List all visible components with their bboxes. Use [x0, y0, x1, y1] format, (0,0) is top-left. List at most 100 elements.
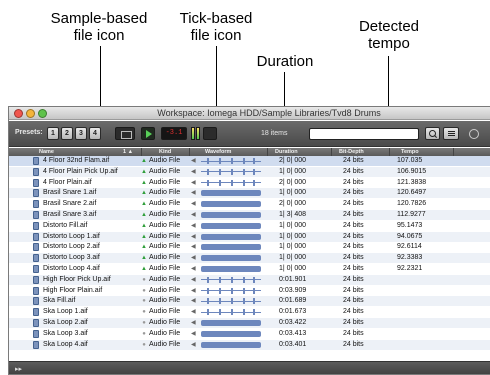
table-row[interactable]: Distorto Loop 2.aif ▲ Audio File ◀ 1| 0| 000… — [9, 242, 490, 252]
waveform[interactable] — [201, 296, 261, 306]
table-row[interactable]: Distorto Loop 3.aif ▲ Audio File ◀ 1| 0| 000… — [9, 253, 490, 264]
waveform[interactable] — [201, 232, 261, 242]
table-row[interactable]: Distorto Loop 1.aif ▲ Audio File ◀ 1| 0| 000… — [9, 231, 490, 242]
speaker-icon[interactable]: ◀ — [191, 275, 199, 285]
preview-volume-display[interactable]: -3.1 — [161, 127, 187, 140]
waveform-transient — [207, 179, 209, 186]
waveform-transient — [253, 158, 255, 164]
speaker-icon[interactable]: ◀ — [191, 242, 199, 252]
table-row[interactable]: High Floor Pick Up.aif ● Audio File ◀ 0:01.9… — [9, 274, 490, 285]
waveform[interactable] — [201, 286, 261, 296]
file-kind-label: Audio File — [149, 157, 181, 164]
column-divider[interactable] — [189, 148, 190, 156]
column-duration-header[interactable]: Duration — [275, 148, 315, 156]
waveform[interactable] — [201, 253, 261, 263]
table-row[interactable]: Brasil Snare 2.aif ▲ Audio File ◀ 2| 0| 000 2… — [9, 199, 490, 209]
column-sort-header[interactable]: 1 ▲ — [123, 148, 143, 156]
waveform[interactable] — [201, 178, 261, 188]
speaker-icon[interactable]: ◀ — [191, 188, 199, 198]
waveform[interactable] — [201, 188, 261, 198]
close-window-button[interactable] — [14, 109, 23, 118]
speaker-icon[interactable]: ◀ — [191, 221, 199, 231]
table-row[interactable]: 4 Floor Plain.aif ▲ Audio File ◀ 2| 0| 000 24… — [9, 178, 490, 188]
waveform[interactable] — [201, 329, 261, 339]
column-divider[interactable] — [331, 148, 332, 156]
column-divider[interactable] — [141, 148, 142, 156]
waveform[interactable] — [201, 210, 261, 220]
waveform[interactable] — [201, 242, 261, 252]
table-row[interactable]: Brasil Snare 1.aif ▲ Audio File ◀ 1| 0| 000 2… — [9, 188, 490, 199]
file-duration: 1| 0| 000 — [279, 221, 306, 229]
waveform[interactable] — [201, 307, 261, 317]
table-row[interactable]: 4 Floor 32nd Flam.aif ▲ Audio File ◀ 2| 0| 0… — [9, 156, 490, 166]
waveform[interactable] — [201, 156, 261, 166]
waveform[interactable] — [201, 340, 261, 350]
table-row[interactable]: High Floor Plain.aif ● Audio File ◀ 0:03.909… — [9, 286, 490, 296]
table-row[interactable]: Ska Loop 3.aif ● Audio File ◀ 0:03.413 24 bit… — [9, 329, 490, 339]
speaker-icon[interactable]: ◀ — [191, 296, 199, 306]
table-row[interactable]: 4 Floor Plain Pick Up.aif ▲ Audio File ◀ 1| … — [9, 166, 490, 177]
speaker-icon[interactable]: ◀ — [191, 232, 199, 242]
table-row[interactable]: Ska Fill.aif ● Audio File ◀ 0:01.689 24 bits — [9, 296, 490, 307]
speaker-icon[interactable]: ◀ — [191, 178, 199, 188]
table-row[interactable]: Distorto Loop 4.aif ▲ Audio File ◀ 1| 0| 000… — [9, 264, 490, 274]
column-bit-depth-header[interactable]: Bit-Depth — [339, 148, 379, 156]
file-bit-depth: 24 bits — [343, 254, 364, 262]
table-row[interactable]: Distorto Fill.aif ▲ Audio File ◀ 1| 0| 000 24… — [9, 221, 490, 231]
file-duration: 1| 0| 000 — [279, 189, 306, 197]
waveform-transient — [207, 287, 209, 294]
search-icon[interactable] — [425, 127, 440, 140]
waveform-transient — [219, 168, 221, 175]
waveform-transient — [207, 309, 209, 316]
search-input[interactable] — [309, 128, 419, 140]
status-arrow-icon[interactable]: ▸▸ — [15, 365, 22, 373]
speaker-icon[interactable]: ◀ — [191, 307, 199, 317]
column-divider[interactable] — [389, 148, 390, 156]
speaker-icon[interactable]: ◀ — [191, 329, 199, 339]
waveform[interactable] — [201, 167, 261, 177]
speaker-icon[interactable]: ◀ — [191, 340, 199, 350]
column-waveform-header[interactable]: Waveform — [205, 148, 245, 156]
zoom-window-button[interactable] — [38, 109, 47, 118]
speaker-icon[interactable]: ◀ — [191, 167, 199, 177]
preset-2-button[interactable]: 2 — [61, 127, 73, 140]
preset-4-button[interactable]: 4 — [89, 127, 101, 140]
list-menu-icon[interactable] — [443, 127, 459, 140]
waveform-shape — [201, 330, 261, 337]
audio-files-conform-icon[interactable] — [203, 127, 217, 140]
speaker-icon[interactable]: ◀ — [191, 286, 199, 296]
file-kind-label: Audio File — [149, 200, 181, 208]
column-tempo-header[interactable]: Tempo — [401, 148, 441, 156]
file-tempo — [397, 329, 447, 339]
table-row[interactable]: Brasil Snare 3.aif ▲ Audio File ◀ 1| 3| 408 2… — [9, 210, 490, 220]
column-divider[interactable] — [453, 148, 454, 156]
waveform[interactable] — [201, 318, 261, 328]
speaker-icon[interactable]: ◀ — [191, 199, 199, 209]
waveform[interactable] — [201, 275, 261, 285]
file-name: Brasil Snare 2.aif — [43, 200, 97, 208]
sample-based-file-icon: ● — [142, 298, 146, 305]
waveform-shape — [201, 266, 261, 272]
speaker-icon[interactable]: ◀ — [191, 156, 199, 166]
waveform[interactable] — [201, 221, 261, 231]
waveform[interactable] — [201, 199, 261, 209]
preset-1-button[interactable]: 1 — [47, 127, 59, 140]
preset-3-button[interactable]: 3 — [75, 127, 87, 140]
play-icon[interactable] — [141, 127, 155, 140]
settings-icon[interactable] — [469, 129, 479, 139]
speaker-icon[interactable]: ◀ — [191, 318, 199, 328]
table-row[interactable]: Ska Loop 1.aif ● Audio File ◀ 0:01.673 24 bit… — [9, 307, 490, 317]
speaker-icon[interactable]: ◀ — [191, 253, 199, 263]
waveform-transient — [231, 287, 233, 294]
folder-icon[interactable] — [115, 127, 135, 140]
speaker-icon[interactable]: ◀ — [191, 210, 199, 220]
title-bar[interactable]: Workspace: Iomega HDD/Sample Libraries/T… — [9, 107, 490, 120]
column-name-header[interactable]: Name — [39, 148, 99, 156]
table-row[interactable]: Ska Loop 4.aif ● Audio File ◀ 0:03.401 24 bit… — [9, 339, 490, 350]
waveform[interactable] — [201, 264, 261, 274]
speaker-icon[interactable]: ◀ — [191, 264, 199, 274]
minimize-window-button[interactable] — [26, 109, 35, 118]
table-row[interactable]: Ska Loop 2.aif ● Audio File ◀ 0:03.422 24 bit… — [9, 318, 490, 328]
column-kind-header[interactable]: Kind — [159, 148, 179, 156]
column-divider[interactable] — [267, 148, 268, 156]
